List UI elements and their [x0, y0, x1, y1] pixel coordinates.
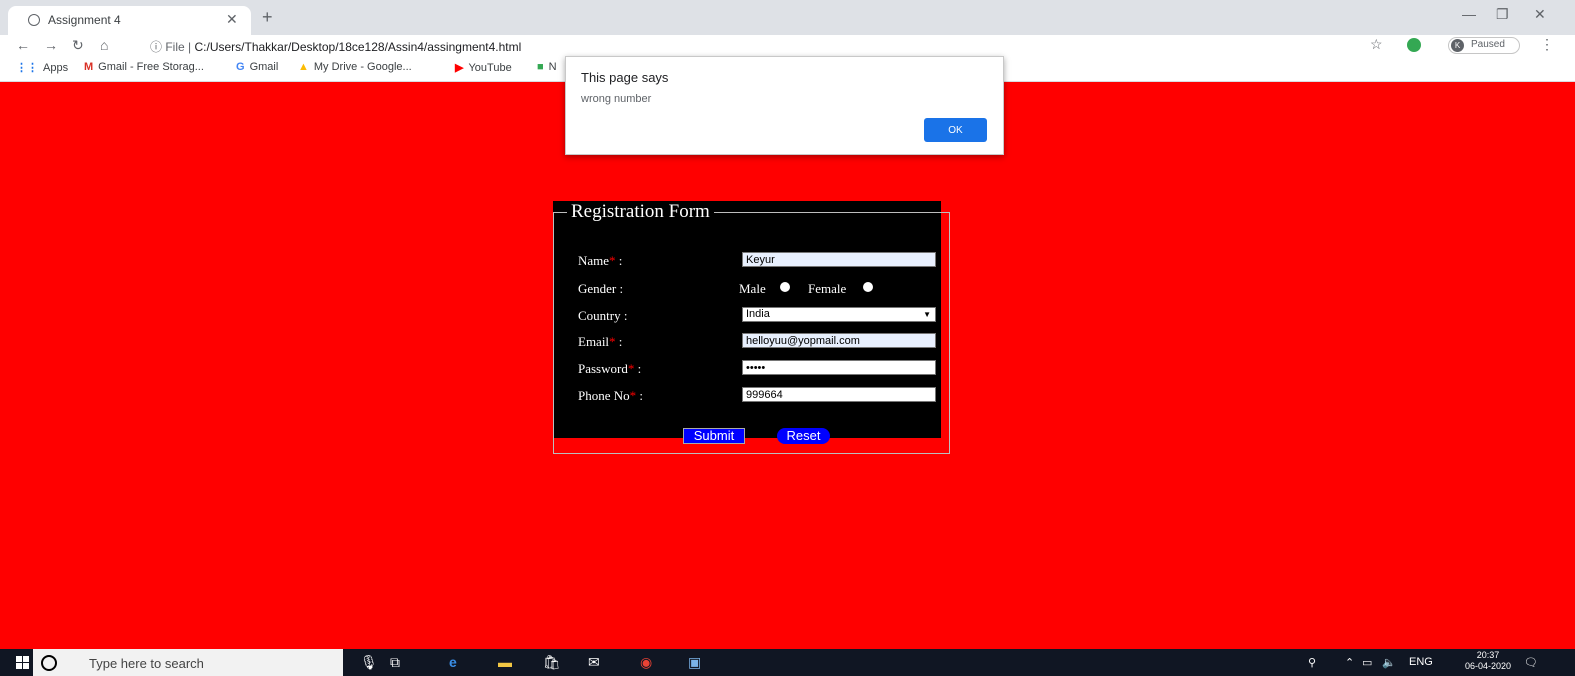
bookmark-gmail-storage[interactable]: M Gmail - Free Storag... — [84, 61, 204, 73]
bookmark-more[interactable]: ■ N — [537, 61, 557, 73]
profile-button[interactable]: K Paused — [1448, 37, 1520, 54]
password-input[interactable] — [742, 360, 936, 375]
phone-label: Phone No* : — [578, 388, 644, 403]
search-placeholder: Type here to search — [89, 656, 204, 671]
people-icon[interactable]: ⚲ — [1308, 656, 1316, 669]
home-icon[interactable]: ⌂ — [100, 37, 108, 53]
edge-icon[interactable]: e — [449, 654, 457, 670]
browser-tab-strip: Assignment 4 ✕ + — ❐ ✕ — [0, 0, 1575, 35]
alert-dialog: This page says wrong number OK — [565, 56, 1004, 155]
minimize-icon[interactable]: — — [1462, 6, 1476, 22]
avatar: K — [1451, 39, 1464, 52]
email-input[interactable] — [742, 333, 936, 348]
info-icon: ⓘ — [150, 40, 166, 54]
language-indicator[interactable]: ENG — [1409, 656, 1433, 668]
phone-input[interactable] — [742, 387, 936, 402]
ok-button[interactable]: OK — [924, 118, 987, 142]
apps-grid-icon: ⋮⋮ — [16, 62, 38, 74]
url-scheme: File — [165, 40, 185, 54]
name-label: Name* : — [578, 253, 623, 268]
reload-icon[interactable]: ↻ — [72, 37, 84, 54]
country-label: Country : — [578, 308, 628, 323]
clock[interactable]: 20:37 06-04-2020 — [1465, 650, 1511, 672]
forward-icon[interactable]: → — [44, 37, 58, 53]
bookmark-apps[interactable]: ⋮⋮ Apps — [16, 61, 68, 74]
tab-title: Assignment 4 — [48, 13, 121, 27]
close-window-icon[interactable]: ✕ — [1534, 6, 1546, 23]
form-legend: Registration Form — [567, 201, 714, 223]
bookmark-youtube[interactable]: ▶ YouTube — [455, 61, 512, 74]
cortana-icon — [41, 655, 57, 671]
kebab-menu-icon[interactable]: ⋮ — [1540, 36, 1554, 53]
gender-label: Gender : — [578, 281, 624, 296]
gmail-icon: M — [84, 61, 94, 73]
chevron-up-icon[interactable]: ⌃ — [1345, 656, 1354, 669]
country-select[interactable]: India ▼ — [742, 307, 936, 322]
bookmark-icon: ■ — [537, 61, 544, 73]
male-radio[interactable] — [780, 282, 790, 292]
password-label: Password* : — [578, 361, 642, 376]
taskbar-search[interactable]: Type here to search — [33, 649, 343, 676]
submit-button[interactable]: Submit — [683, 428, 745, 444]
google-g-icon: G — [236, 61, 245, 73]
reset-button[interactable]: Reset — [777, 428, 830, 444]
microphone-icon[interactable]: 🎙 — [360, 654, 378, 671]
male-label: Male — [739, 281, 766, 296]
network-icon[interactable]: ▭ — [1362, 656, 1372, 669]
extension-icon[interactable] — [1407, 38, 1421, 52]
close-tab-icon[interactable]: ✕ — [226, 11, 238, 28]
restore-icon[interactable]: ❐ — [1496, 6, 1509, 23]
notification-icon[interactable]: 🗨 — [1524, 656, 1538, 669]
url-path: C:/Users/Thakkar/Desktop/18ce128/Assin4/… — [194, 40, 522, 54]
dialog-message: wrong number — [581, 93, 652, 105]
network-app-icon[interactable]: ▣ — [688, 654, 701, 671]
youtube-icon: ▶ — [455, 62, 464, 74]
address-bar-row: ← → ↻ ⌂ ⓘ File | C:/Users/Thakkar/Deskto… — [0, 35, 1575, 57]
page-favicon-icon — [28, 14, 40, 26]
store-icon[interactable]: 🛍 — [543, 654, 561, 671]
bookmark-gmail[interactable]: G Gmail — [236, 61, 278, 73]
task-view-icon[interactable]: ⧉ — [390, 654, 400, 671]
bookmark-star-icon[interactable]: ☆ — [1370, 36, 1383, 53]
profile-status: Paused — [1471, 39, 1505, 50]
female-label: Female — [808, 281, 847, 296]
email-label: Email* : — [578, 334, 623, 349]
url-field[interactable]: ⓘ File | C:/Users/Thakkar/Desktop/18ce12… — [150, 38, 521, 55]
back-icon[interactable]: ← — [16, 37, 30, 53]
browser-tab[interactable]: Assignment 4 ✕ — [8, 6, 251, 35]
dropdown-caret-icon: ▼ — [923, 310, 931, 319]
file-explorer-icon[interactable]: ▬ — [498, 654, 512, 670]
drive-icon: ▲ — [298, 61, 309, 73]
volume-icon[interactable]: 🔈 — [1382, 656, 1396, 669]
windows-taskbar: Type here to search 🎙 ⧉ e ▬ 🛍 ✉ ◉ ▣ ⚲ ⌃ … — [0, 649, 1575, 676]
bookmark-drive[interactable]: ▲ My Drive - Google... — [298, 61, 412, 73]
dialog-title: This page says — [581, 70, 669, 85]
female-radio[interactable] — [863, 282, 873, 292]
name-input[interactable] — [742, 252, 936, 267]
windows-start-icon[interactable] — [16, 656, 29, 669]
chrome-icon[interactable]: ◉ — [640, 654, 652, 671]
new-tab-icon[interactable]: + — [262, 7, 273, 28]
mail-icon[interactable]: ✉ — [588, 654, 600, 671]
